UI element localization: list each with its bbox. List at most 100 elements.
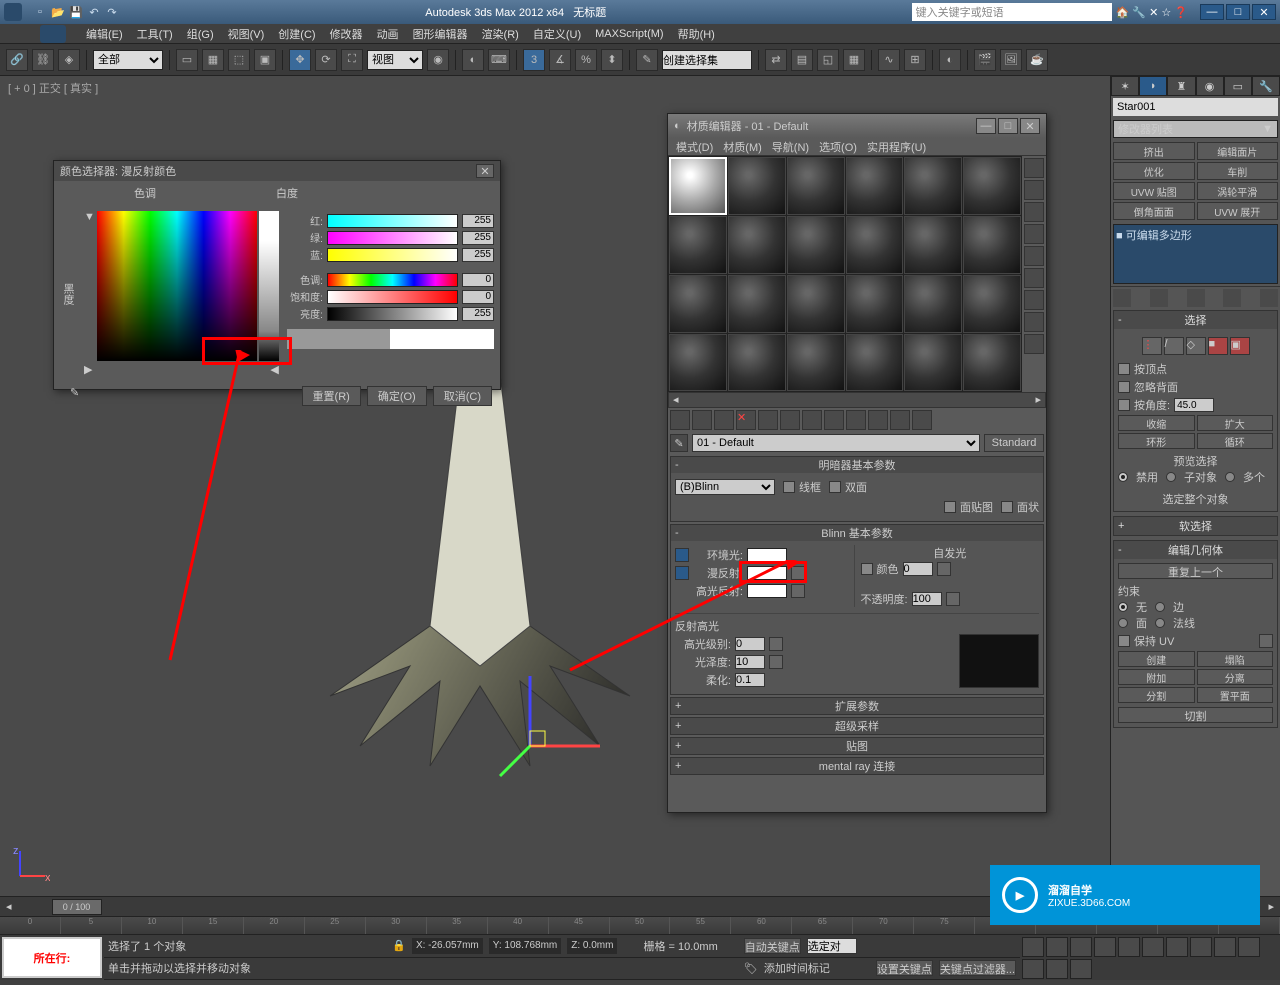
shader-dropdown[interactable]: (B)Blinn [675,479,775,495]
utilities-tab-icon[interactable]: 🔧 [1252,76,1280,96]
by-vertex-checkbox[interactable] [1118,363,1130,375]
make-preview-icon[interactable] [1024,268,1044,288]
sample-slot[interactable] [846,275,904,333]
background-icon[interactable] [1024,202,1044,222]
menu-help[interactable]: 帮助(H) [678,26,715,42]
speclevel-map-button[interactable] [769,637,783,651]
blue-slider[interactable] [327,248,458,262]
old-color-swatch[interactable] [287,329,391,349]
slot-scrollbar[interactable]: ◂▸ [668,392,1046,408]
go-parent-icon[interactable] [890,410,910,430]
sample-slot[interactable] [904,275,962,333]
constraint-normal-radio[interactable] [1155,618,1165,628]
timeslider-right-icon[interactable]: ▸ [1268,900,1274,913]
prev-frame-icon[interactable] [1046,937,1068,957]
open-icon[interactable]: 📂 [50,4,66,20]
snap-3d-icon[interactable]: 3 [523,49,545,71]
rollout-editgeom[interactable]: -编辑几何体 [1114,541,1277,559]
window-crossing-icon[interactable]: ▣ [254,49,276,71]
play-anim-icon[interactable] [1070,937,1092,957]
goto-start-icon[interactable] [1022,937,1044,957]
sample-slot-1[interactable] [669,157,727,215]
curve-editor-icon[interactable]: ∿ [878,49,900,71]
subobj-element-icon[interactable]: ▣ [1230,337,1250,355]
twosided-checkbox[interactable] [829,481,841,493]
menu-grapheditors[interactable]: 图形编辑器 [413,26,468,42]
selfillum-map-button[interactable] [937,562,951,576]
remove-modifier-icon[interactable] [1223,289,1241,307]
preview-subobj-radio[interactable] [1166,472,1176,482]
opacity-input[interactable] [912,592,942,606]
diffuse-swatch[interactable] [747,566,787,580]
reset-map-icon[interactable]: ✕ [736,410,756,430]
subobj-border-icon[interactable]: ◇ [1186,337,1206,355]
material-name-dropdown[interactable]: 01 - Default [692,434,980,452]
rollout-selection[interactable]: -选择 [1114,311,1277,329]
collapse-button[interactable]: 塌陷 [1197,651,1274,667]
constraint-none-radio[interactable] [1118,602,1128,612]
add-time-tag-icon[interactable]: 🏷 [744,962,758,975]
zoom-icon[interactable] [1214,937,1236,957]
sample-slot[interactable] [787,275,845,333]
rollout-shader-basic[interactable]: -明暗器基本参数 [671,457,1043,473]
sample-slot[interactable] [728,334,786,392]
rollout-mentalray[interactable]: +mental ray 连接 [671,758,1043,774]
hue-slider[interactable] [327,273,458,287]
infocenter-icons[interactable]: 🏠 🔧 ✕ ☆ ❓ [1116,6,1188,19]
app-logo-icon[interactable] [4,3,22,21]
hierarchy-tab-icon[interactable]: ♜ [1167,76,1195,96]
menu-tools[interactable]: 工具(T) [137,26,173,42]
shrink-button[interactable]: 收缩 [1118,415,1195,431]
modify-tab-icon[interactable]: ◗ [1139,76,1167,96]
menu-create[interactable]: 创建(C) [278,26,315,42]
assign-to-sel-icon[interactable] [714,410,734,430]
select-by-mat-icon[interactable] [1024,312,1044,332]
preview-off-radio[interactable] [1118,472,1128,482]
new-icon[interactable]: ▫ [32,4,48,20]
app-menu-button[interactable] [40,25,66,43]
btn-turbosmooth[interactable]: 涡轮平滑 [1197,182,1279,200]
sample-slot[interactable] [963,275,1021,333]
maximize-button[interactable]: □ [1226,4,1250,20]
btn-bevel[interactable]: 倒角面面 [1113,202,1195,220]
menu-group[interactable]: 组(G) [187,26,214,42]
ring-button[interactable]: 环形 [1118,433,1195,449]
sample-slot[interactable] [846,157,904,215]
btn-lathe[interactable]: 车削 [1197,162,1279,180]
menu-edit[interactable]: 编辑(E) [86,26,123,42]
percent-snap-icon[interactable]: % [575,49,597,71]
sample-slot[interactable] [669,334,727,392]
make-unique-icon[interactable] [1187,289,1205,307]
menu-rendering[interactable]: 渲染(R) [482,26,519,42]
create-tab-icon[interactable]: ✶ [1111,76,1139,96]
key-mode-icon[interactable] [1142,937,1164,957]
matmenu-modes[interactable]: 模式(D) [676,139,713,155]
object-name-input[interactable]: Star001 [1113,98,1278,116]
video-check-icon[interactable] [1024,246,1044,266]
keyboard-shortcut-icon[interactable]: ⌨ [488,49,510,71]
mateditor-maximize-button[interactable]: □ [998,118,1018,134]
sat-input[interactable] [462,290,494,304]
sample-slot[interactable] [963,216,1021,274]
value-input[interactable] [462,307,494,321]
btn-uvwunwrap[interactable]: UVW 展开 [1197,202,1279,220]
matmenu-utils[interactable]: 实用程序(U) [867,139,926,155]
sample-slot[interactable] [728,216,786,274]
select-region-icon[interactable]: ⬚ [228,49,250,71]
sat-slider[interactable] [327,290,458,304]
modifier-stack[interactable]: ■ 可编辑多边形 [1113,224,1278,284]
sample-slot[interactable] [728,275,786,333]
sample-slot[interactable] [846,334,904,392]
make-unique-icon[interactable] [780,410,800,430]
bind-icon[interactable]: ◈ [58,49,80,71]
menu-views[interactable]: 视图(V) [228,26,265,42]
reset-button[interactable]: 重置(R) [302,386,361,406]
sliceplane-button[interactable]: 置平面 [1197,687,1274,703]
menu-customize[interactable]: 自定义(U) [533,26,581,42]
rollout-extended[interactable]: +扩展参数 [671,698,1043,714]
menu-modifiers[interactable]: 修改器 [330,26,363,42]
sample-type-icon[interactable] [1024,158,1044,178]
transform-gizmo[interactable] [490,666,610,786]
hue-input[interactable] [462,273,494,287]
color-spectrum[interactable] [97,211,257,361]
